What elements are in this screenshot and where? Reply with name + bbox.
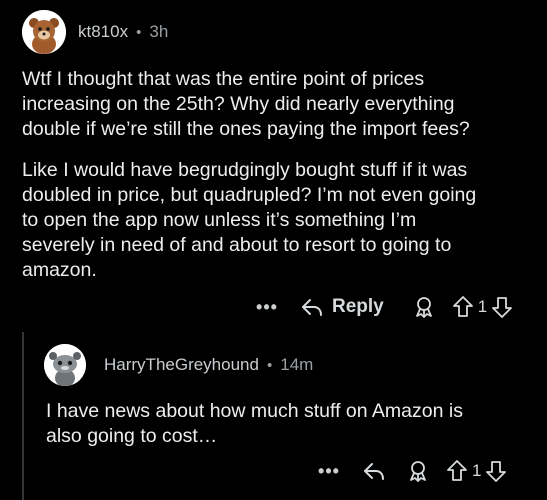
upvote-arrow-icon: [452, 296, 473, 317]
upvote-button[interactable]: [452, 295, 474, 319]
comment-action-bar: ••• Reply 1: [252, 292, 513, 322]
award-button[interactable]: [412, 295, 436, 319]
reply-author-avatar[interactable]: [44, 344, 86, 386]
reply-label: Reply: [332, 296, 384, 317]
comment-paragraph-2: Like I would have begrudgingly bought st…: [22, 159, 477, 281]
comment-paragraph-1: Wtf I thought that was the entire point …: [22, 68, 470, 140]
reply-timestamp: 14m: [280, 355, 314, 374]
comment-meta: kt810x • 3h: [78, 22, 168, 42]
reply-author[interactable]: HarryTheGreyhound: [104, 355, 259, 375]
comment-author[interactable]: kt810x: [78, 22, 128, 42]
award-icon: [415, 297, 432, 318]
more-options-button[interactable]: •••: [314, 461, 344, 482]
award-icon: [410, 461, 426, 482]
reply-action-bar: ••• 1: [314, 456, 507, 486]
vote-count: 1: [472, 461, 482, 480]
snoo-bear-avatar-icon: [22, 10, 66, 54]
downvote-arrow-icon: [486, 461, 507, 482]
more-options-button[interactable]: •••: [252, 297, 282, 318]
reply-meta: HarryTheGreyhound • 14m: [104, 355, 313, 375]
downvote-arrow-icon: [492, 297, 513, 318]
reply-text: I have news about how much stuff on Amaz…: [46, 400, 463, 447]
vote-count: 1: [477, 297, 488, 316]
author-avatar[interactable]: [22, 10, 66, 54]
thread-line[interactable]: [22, 332, 24, 500]
meta-separator: •: [136, 23, 142, 41]
snoo-avatar-icon: [44, 344, 86, 386]
award-button[interactable]: [406, 459, 430, 483]
downvote-button[interactable]: [485, 459, 507, 483]
comment-timestamp: 3h: [149, 22, 169, 41]
upvote-arrow-icon: [447, 460, 467, 481]
reply-arrow-icon: [364, 463, 384, 480]
meta-separator: •: [266, 356, 273, 374]
reply-button[interactable]: Reply: [300, 296, 384, 318]
reply-arrow-icon: [302, 299, 322, 316]
downvote-button[interactable]: [491, 295, 513, 319]
upvote-button[interactable]: [446, 459, 468, 483]
reply-button[interactable]: [362, 461, 386, 481]
